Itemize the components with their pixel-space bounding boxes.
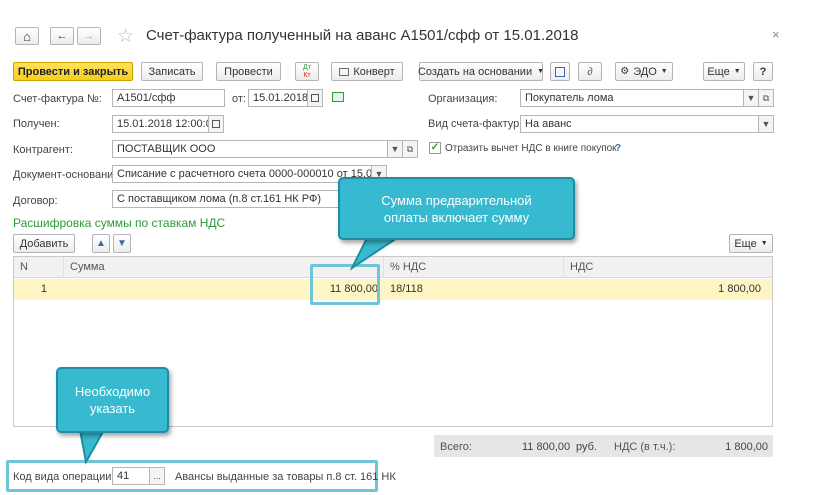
more-label: Еще: [707, 65, 730, 78]
org-dropdown-button[interactable]: ▼: [743, 89, 759, 107]
dtkt-icon-top: Дт: [303, 63, 311, 71]
add-button[interactable]: Добавить: [13, 234, 75, 253]
prepayment-callout-line2: оплаты включает сумму: [383, 209, 530, 225]
save-button[interactable]: Записать: [141, 62, 203, 81]
counterparty-open-button[interactable]: ⧉: [402, 140, 418, 158]
dropdown-icon: ▼: [760, 240, 768, 247]
structure-button[interactable]: [550, 62, 570, 81]
close-icon[interactable]: ×: [772, 27, 780, 42]
arrow-up-icon: ▲: [96, 238, 106, 249]
dropdown-icon: ▼: [733, 68, 741, 75]
vat-book-label: Отразить вычет НДС в книге покупок: [445, 143, 617, 154]
edo-icon: ⚙: [620, 66, 630, 77]
home-button[interactable]: ⌂: [15, 27, 39, 45]
forward-button[interactable]: →: [77, 27, 101, 45]
envelope-button[interactable]: Конверт: [331, 62, 403, 81]
org-field[interactable]: Покупатель лома: [520, 89, 744, 107]
invoice-type-label: Вид счета-фактуры:: [428, 118, 531, 130]
dropdown-icon: ▼: [537, 68, 545, 75]
back-button[interactable]: ←: [50, 27, 74, 45]
callout-pointer-required: [78, 430, 106, 465]
required-callout-line2: указать: [89, 401, 136, 416]
operation-picker-button[interactable]: ...: [149, 467, 165, 485]
more-button[interactable]: Еще ▼: [703, 62, 745, 81]
row-vat[interactable]: 1 800,00: [563, 280, 765, 299]
operation-code-field[interactable]: 41: [112, 467, 150, 485]
basis-field[interactable]: Списание с расчетного счета 0000-000010 …: [112, 165, 372, 183]
section-title: Расшифровка суммы по ставкам НДС: [13, 216, 226, 230]
total-label: Всего:: [440, 441, 472, 453]
operation-label: Код вида операции:: [13, 471, 115, 483]
vat-book-checkbox[interactable]: ✓: [429, 142, 441, 154]
forward-arrow-icon: →: [83, 30, 95, 42]
attachment-flag-icon[interactable]: [332, 92, 344, 102]
edo-button[interactable]: ⚙ ЭДО ▼: [615, 62, 673, 81]
favorite-star-icon[interactable]: ☆: [117, 25, 134, 48]
dtkt-icon-bottom: Кт: [303, 71, 311, 79]
contract-field[interactable]: С поставщиком лома (п.8 ст.161 НК РФ): [112, 190, 342, 208]
col-header-vat[interactable]: НДС: [563, 257, 772, 278]
date-label: от:: [232, 93, 246, 105]
back-arrow-icon: ←: [56, 30, 68, 42]
basis-label: Документ-основание:: [13, 169, 123, 181]
home-icon: ⌂: [23, 28, 31, 44]
create-based-label: Создать на основании: [417, 65, 533, 78]
attach-button[interactable]: ∂: [578, 62, 602, 81]
col-header-n[interactable]: N: [14, 257, 63, 278]
section-more-label: Еще: [734, 237, 757, 250]
contract-label: Договор:: [13, 195, 58, 207]
row-n: 1: [40, 283, 47, 295]
create-based-button[interactable]: Создать на основании ▼: [417, 62, 545, 81]
org-open-button[interactable]: ⧉: [758, 89, 774, 107]
move-up-button[interactable]: ▲: [92, 234, 110, 253]
counterparty-label: Контрагент:: [13, 144, 73, 156]
date-field[interactable]: 15.01.2018: [248, 89, 308, 107]
help-button[interactable]: ?: [753, 62, 773, 81]
col-header-rate[interactable]: % НДС: [383, 257, 563, 278]
total-value: 11 800,00: [522, 441, 571, 453]
received-label: Получен:: [13, 118, 60, 130]
vat-book-help-icon[interactable]: ?: [615, 143, 621, 154]
operation-description: Авансы выданные за товары п.8 ст. 161 НК: [175, 471, 396, 483]
invoice-type-field[interactable]: На аванс: [520, 115, 760, 133]
row-rate[interactable]: 18/118: [386, 280, 556, 299]
prepayment-callout-line1: Сумма предварительной: [381, 192, 532, 208]
calendar-icon: [311, 94, 319, 102]
total-vat-label: НДС (в т.ч.):: [614, 441, 676, 453]
required-callout-line1: Необходимо: [74, 384, 151, 399]
invoice-no-field[interactable]: А1501/сфф: [112, 89, 225, 107]
paperclip-icon: ∂: [587, 65, 593, 78]
invoice-no-label: Счет-фактура №:: [13, 93, 102, 105]
counterparty-dropdown-button[interactable]: ▼: [387, 140, 403, 158]
move-down-button[interactable]: ▼: [113, 234, 131, 253]
dropdown-icon: ▼: [660, 68, 668, 75]
printer-icon: [339, 67, 350, 76]
arrow-down-icon: ▼: [117, 238, 127, 249]
prepayment-callout: Сумма предварительной оплаты включает су…: [338, 177, 575, 240]
section-more-button[interactable]: Еще ▼: [729, 234, 773, 253]
envelope-label: Конверт: [353, 65, 395, 78]
total-currency: руб.: [576, 441, 597, 453]
org-label: Организация:: [428, 93, 498, 105]
callout-pointer-prepayment: [350, 236, 402, 271]
post-and-close-button[interactable]: Провести и закрыть: [13, 62, 133, 81]
counterparty-field[interactable]: ПОСТАВЩИК ООО: [112, 140, 388, 158]
required-callout: Необходимо указать: [56, 367, 169, 433]
post-button[interactable]: Провести: [216, 62, 281, 81]
invoice-type-dropdown-button[interactable]: ▼: [758, 115, 774, 133]
dtkt-button[interactable]: Дт Кт: [295, 62, 319, 81]
window-title: Счет-фактура полученный на аванс А1501/с…: [146, 27, 579, 44]
calendar-button[interactable]: [307, 89, 323, 107]
structure-icon: [555, 66, 565, 77]
received-calendar-button[interactable]: [208, 115, 224, 133]
calendar-icon: [212, 120, 220, 128]
received-field[interactable]: 15.01.2018 12:00:01: [112, 115, 209, 133]
edo-label: ЭДО: [633, 65, 657, 78]
total-vat-value: 1 800,00: [725, 441, 768, 453]
